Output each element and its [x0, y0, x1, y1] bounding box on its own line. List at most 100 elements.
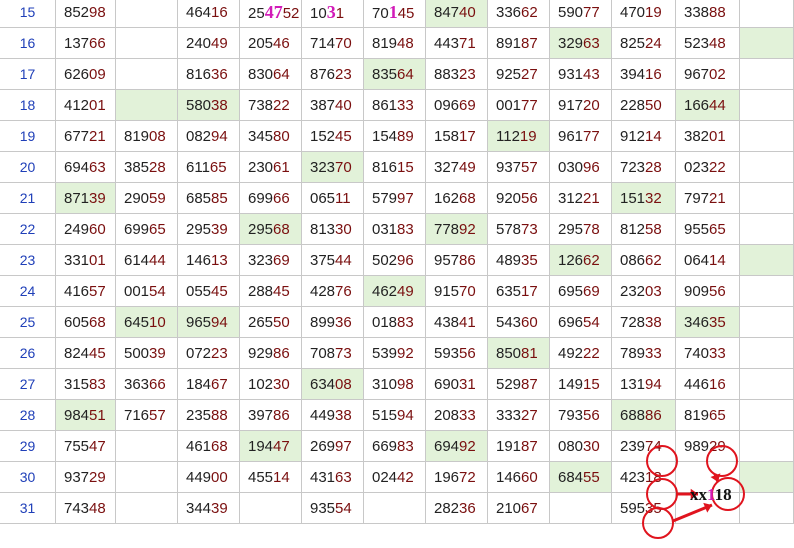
result-digits-main: 112	[496, 128, 520, 145]
result-cell: 00177	[488, 90, 550, 121]
result-cell: 39786	[240, 400, 302, 431]
table-row: 22 24960 69965 29539 29568 81330 03183 77892 578…	[0, 214, 794, 245]
result-digits-main: 449	[186, 469, 212, 486]
result-digits-tail: 70	[459, 283, 476, 300]
result-digits-main: 345	[248, 128, 274, 145]
result-digits-tail: 51	[89, 407, 106, 424]
result-digits-tail: 14	[645, 128, 662, 145]
result-cell: 92527	[488, 59, 550, 90]
result-digits-tail: 22	[709, 159, 726, 176]
result-digits-tail: 17	[521, 283, 538, 300]
result-cell: 67721	[56, 121, 116, 152]
result-digits-main: 269	[310, 438, 336, 455]
result-digits-tail: 15	[397, 159, 414, 176]
result-cell: 77892	[426, 214, 488, 245]
result-cell: 52348	[676, 28, 740, 59]
result-digits-tail: 68	[211, 438, 228, 455]
result-digits-tail: 14	[709, 252, 726, 269]
table-row: 29 75547 46168 19447 26997 66983 69492 19187 080…	[0, 431, 794, 462]
result-cell: 68455	[550, 462, 612, 493]
result-digits-tail: 50	[645, 97, 662, 114]
result-digits-main: 925	[496, 66, 522, 83]
result-digits-tail: 49	[397, 283, 414, 300]
day-number: 26	[0, 338, 56, 369]
result-digits-main: 634	[310, 376, 336, 393]
result-digits-main: 055	[186, 283, 212, 300]
result-digits-tail: 03	[645, 283, 662, 300]
result-digits-main: 470	[620, 4, 646, 21]
result-digits-main: 10	[310, 5, 327, 22]
result-cell: 69569	[550, 276, 612, 307]
result-digits-tail: 57	[89, 283, 106, 300]
result-digits-main: 423	[620, 469, 646, 486]
result-digits-tail: 81	[521, 345, 538, 362]
result-digits-tail: 22	[583, 345, 600, 362]
result-digits-tail: 42	[397, 469, 414, 486]
result-cell: 19187	[488, 431, 550, 462]
result-digits-tail: 01	[89, 252, 106, 269]
result-digits-tail: 36	[335, 314, 352, 331]
result-cell: 15245	[302, 121, 364, 152]
result-cell: 22850	[612, 90, 676, 121]
result-digits-main: 937	[64, 469, 90, 486]
result-cell: 86133	[364, 90, 426, 121]
result-digits-main: 331	[64, 252, 90, 269]
result-cell: 49222	[550, 338, 612, 369]
result-digits-main: 580	[186, 97, 212, 114]
result-cell	[676, 493, 740, 524]
result-cell	[740, 307, 794, 338]
result-digits-main: 694	[434, 438, 460, 455]
result-digits-main: 158	[434, 128, 460, 145]
result-digits-main: 614	[124, 252, 150, 269]
result-cell: 51594	[364, 400, 426, 431]
result-digits-main: 152	[310, 128, 336, 145]
result-cell	[740, 28, 794, 59]
result-cell: 60568	[56, 307, 116, 338]
result-digits-main: 416	[64, 283, 90, 300]
result-digits-tail: 49	[459, 159, 476, 176]
result-digits-main: 282	[434, 500, 460, 517]
result-cell: 32369	[240, 245, 302, 276]
result-digits-main: 191	[496, 438, 522, 455]
result-digits-main: 819	[684, 407, 710, 424]
result-cell: 83064	[240, 59, 302, 90]
result-digits-tail: 70	[335, 159, 352, 176]
result-digits-tail: 49	[211, 35, 228, 52]
result-digits-main: 344	[186, 500, 212, 517]
result-cell: 34439	[178, 493, 240, 524]
result-digits-main: 382	[684, 128, 710, 145]
result-cell: 08294	[178, 121, 240, 152]
results-table: 15 85298 46416 254752 1031 70145 84740 33662 590…	[0, 0, 794, 548]
result-digits-tail: 56	[459, 345, 476, 362]
result-cell: 32370	[302, 152, 364, 183]
table-row: 28 98451 71657 23588 39786 44938 51594 20833 333…	[0, 400, 794, 431]
result-digits-main: 031	[372, 221, 398, 238]
result-digits-main: 312	[558, 190, 584, 207]
table-row: 27 31583 36366 18467 10230 63408 31098 69031 529…	[0, 369, 794, 400]
result-digits-main: 072	[186, 345, 212, 362]
table-row: 21 87139 29059 68585 69966 06511 57997 16268 920…	[0, 183, 794, 214]
result-digits-main: 249	[64, 221, 90, 238]
result-digits-tail: 50	[273, 314, 290, 331]
day-number: 19	[0, 121, 56, 152]
result-digits-main: 336	[496, 4, 522, 21]
result-cell	[116, 28, 178, 59]
result-cell: 91720	[550, 90, 612, 121]
result-digits-tail: 10	[149, 314, 166, 331]
result-digits-tail: 58	[645, 221, 662, 238]
result-digits-tail: 71	[459, 35, 476, 52]
result-cell: 81965	[676, 400, 740, 431]
result-digits-tail: 83	[89, 376, 106, 393]
result-digits-tail: 77	[521, 97, 538, 114]
result-cell: 54360	[488, 307, 550, 338]
result-digits-main: 593	[434, 345, 460, 362]
result-digits-main: 611	[186, 159, 210, 176]
result-digits-main: 443	[434, 35, 460, 52]
result-digits-tail: 35	[645, 500, 662, 517]
result-cell: 20833	[426, 400, 488, 431]
result-digits-main: 295	[186, 221, 212, 238]
result-digits-tail: 45	[397, 5, 415, 22]
result-digits-main: 024	[372, 469, 398, 486]
result-cell: 87623	[302, 59, 364, 90]
result-digits-main: 310	[372, 376, 398, 393]
